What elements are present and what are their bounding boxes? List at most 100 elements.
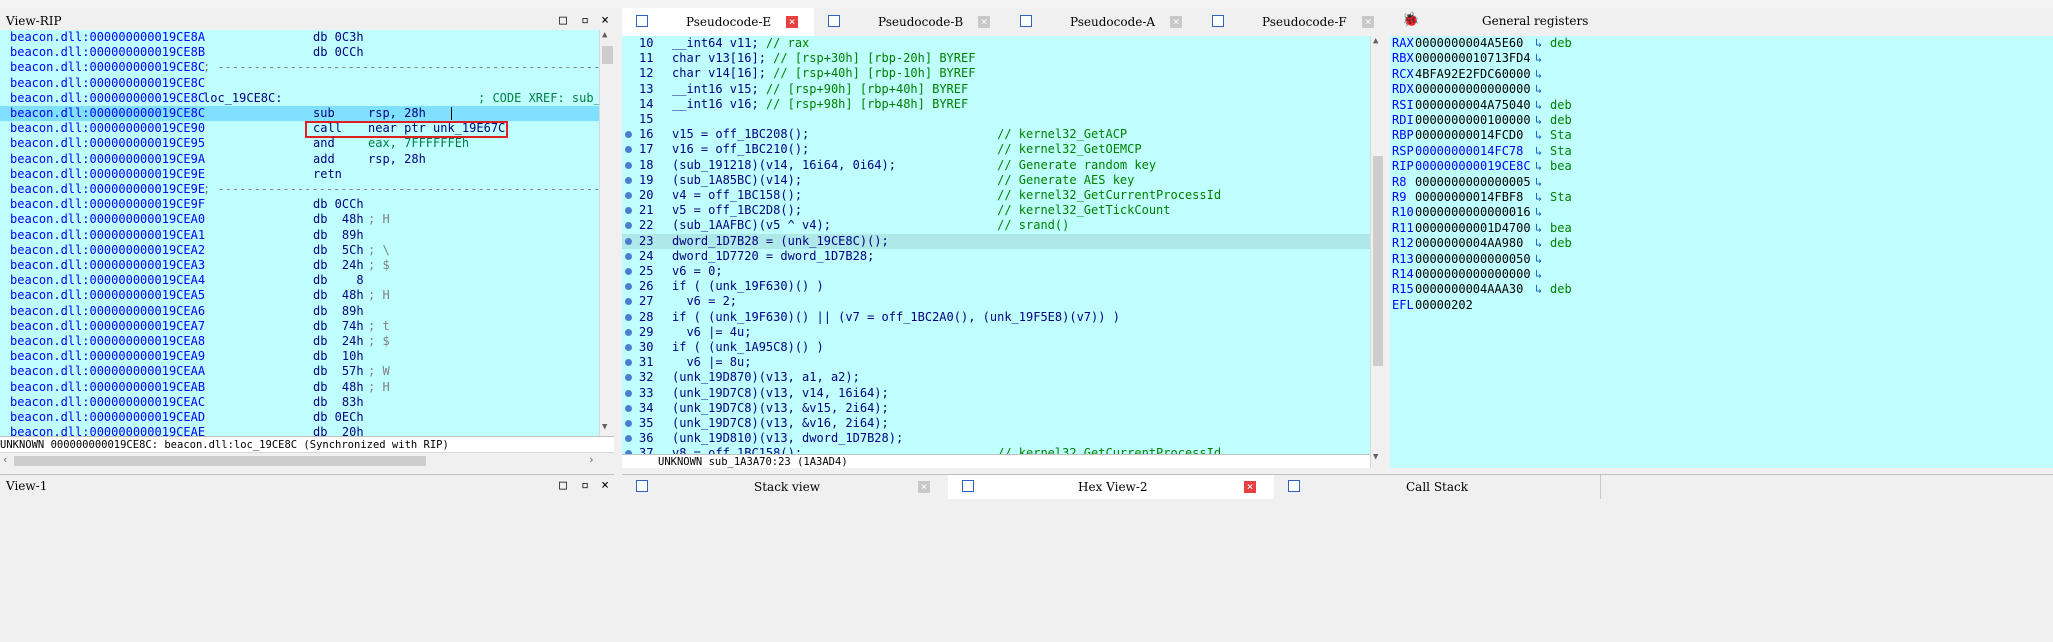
jump-arrow-icon[interactable]: ↳: [1535, 159, 1542, 174]
pseudocode-line[interactable]: 20 v4 = off_1BC158(); // kernel32_GetCurr…: [622, 188, 1370, 203]
pseudocode-line[interactable]: 11 char v13[16]; // [rsp+30h] [rbp-20h] B…: [622, 51, 1370, 66]
breakpoint-dot-icon[interactable]: [625, 404, 632, 412]
scroll-up-icon[interactable]: ▲: [602, 30, 607, 40]
disasm-line[interactable]: beacon.dll:000000000019CEA2 db 5Ch ; \: [0, 243, 599, 258]
close-button[interactable]: ×: [598, 479, 612, 493]
disasm-line[interactable]: beacon.dll:000000000019CE9E retn: [0, 167, 599, 182]
disasm-line[interactable]: beacon.dll:000000000019CEAE db 20h: [0, 425, 599, 436]
register-row[interactable]: R11 00000000001D4700 ↳ bea: [1390, 221, 2053, 236]
breakpoint-dot-icon[interactable]: [625, 359, 632, 367]
disasm-line[interactable]: beacon.dll:000000000019CEA6 db 89h: [0, 304, 599, 319]
pseudocode-line[interactable]: 22 (sub_1AAFBC)(v5 ^ v4); // srand(): [622, 218, 1370, 233]
restore-button[interactable]: ▫: [578, 14, 592, 28]
register-value[interactable]: 0000000000000016: [1415, 205, 1531, 220]
register-row[interactable]: RAX 0000000004A5E60 ↳ deb: [1390, 36, 2053, 51]
pseudocode-line[interactable]: 36 (unk_19D810)(v13, dword_1D7B28);: [622, 431, 1370, 446]
close-button[interactable]: ×: [598, 14, 612, 28]
breakpoint-dot-icon[interactable]: [625, 298, 632, 306]
register-value[interactable]: 4BFA92E2FDC60000: [1415, 67, 1531, 82]
breakpoint-dot-icon[interactable]: [625, 283, 632, 291]
register-value[interactable]: 0000000004A5E60: [1415, 36, 1523, 51]
jump-arrow-icon[interactable]: ↳: [1535, 221, 1542, 236]
pseudocode-line[interactable]: 10 __int64 v11; // rax: [622, 36, 1370, 51]
register-value[interactable]: 00000202: [1415, 298, 1473, 313]
register-value[interactable]: 0000000004AA980: [1415, 236, 1523, 251]
pseudocode-line[interactable]: 24 dword_1D7720 = dword_1D7B28;: [622, 249, 1370, 264]
jump-arrow-icon[interactable]: ↳: [1535, 252, 1542, 267]
minimize-button[interactable]: □: [556, 14, 570, 28]
breakpoint-dot-icon[interactable]: [625, 268, 632, 275]
jump-arrow-icon[interactable]: ↳: [1535, 67, 1542, 82]
pseudocode-line[interactable]: 15: [622, 112, 1370, 127]
pseudocode-line[interactable]: 12 char v14[16]; // [rsp+40h] [rbp-10h] B…: [622, 66, 1370, 81]
pseudocode-line[interactable]: 32 (unk_19D870)(v13, a1, a2);: [622, 370, 1370, 385]
close-icon[interactable]: ×: [1244, 481, 1256, 493]
breakpoint-dot-icon[interactable]: [625, 344, 632, 351]
disasm-line[interactable]: beacon.dll:000000000019CEA8 db 24h ; $: [0, 334, 599, 349]
jump-arrow-icon[interactable]: ↳: [1535, 267, 1542, 282]
register-row[interactable]: R15 0000000004AAA30 ↳ deb: [1390, 282, 2053, 297]
close-icon[interactable]: ×: [1170, 16, 1182, 28]
registers-view[interactable]: RAX 0000000004A5E60 ↳ deb RBX 0000000010713FD…: [1390, 36, 2053, 468]
left-hscroll-thumb[interactable]: [14, 456, 426, 466]
register-value[interactable]: 0000000000000050: [1415, 252, 1531, 267]
disasm-line[interactable]: beacon.dll:000000000019CE9E; -----------…: [0, 182, 599, 197]
pseudocode-line[interactable]: 35 (unk_19D7C8)(v13, &v16, 2i64);: [622, 416, 1370, 431]
register-value[interactable]: 0000000010713FD4: [1415, 51, 1531, 66]
register-row[interactable]: R9 00000000014FBF8 ↳ Sta: [1390, 190, 2053, 205]
disasm-line[interactable]: beacon.dll:000000000019CEA7 db 74h ; t: [0, 319, 599, 334]
disasm-line[interactable]: beacon.dll:000000000019CEA9 db 10h: [0, 349, 599, 364]
disasm-line[interactable]: beacon.dll:000000000019CE8A db 0C3h: [0, 30, 599, 45]
jump-arrow-icon[interactable]: ↳: [1535, 144, 1542, 159]
disasm-line[interactable]: beacon.dll:000000000019CE8C; -----------…: [0, 60, 599, 75]
breakpoint-dot-icon[interactable]: [625, 222, 632, 230]
close-icon[interactable]: ×: [978, 16, 990, 28]
register-row[interactable]: RCX 4BFA92E2FDC60000 ↳: [1390, 67, 2053, 82]
disasm-line[interactable]: beacon.dll:000000000019CEA0 db 48h ; H: [0, 212, 599, 227]
tab-pseudocode-b[interactable]: Pseudocode-B ×: [814, 8, 1007, 36]
register-value[interactable]: 0000000000000000: [1415, 82, 1531, 97]
disasm-line[interactable]: beacon.dll:000000000019CEA4 db 8: [0, 273, 599, 288]
disasm-line[interactable]: beacon.dll:000000000019CEA5 db 48h ; H: [0, 288, 599, 303]
scroll-right-icon[interactable]: ›: [588, 453, 595, 466]
register-value[interactable]: 0000000000100000: [1415, 113, 1531, 128]
bottom-tab-call-stack[interactable]: Call Stack: [1274, 475, 1601, 499]
register-value[interactable]: 00000000014FC78: [1415, 144, 1523, 159]
disasm-line[interactable]: beacon.dll:000000000019CEAA db 57h ; W: [0, 364, 599, 379]
pseudocode-line[interactable]: 17 v16 = off_1BC210(); // kernel32_GetOEM…: [622, 142, 1370, 157]
breakpoint-dot-icon[interactable]: [625, 252, 632, 260]
jump-arrow-icon[interactable]: ↳: [1535, 113, 1542, 128]
register-row[interactable]: RSI 0000000004A75040 ↳ deb: [1390, 98, 2053, 113]
pseudocode-line[interactable]: 34 (unk_19D7C8)(v13, &v15, 2i64);: [622, 401, 1370, 416]
breakpoint-dot-icon[interactable]: [625, 313, 632, 321]
register-row[interactable]: RDX 0000000000000000 ↳: [1390, 82, 2053, 97]
register-value[interactable]: 0000000004AAA30: [1415, 282, 1523, 297]
bottom-tab-stack-view[interactable]: Stack view ×: [622, 475, 949, 499]
disasm-line[interactable]: beacon.dll:000000000019CE9A add rsp, 28h: [0, 152, 599, 167]
jump-arrow-icon[interactable]: ↳: [1535, 236, 1542, 251]
breakpoint-dot-icon[interactable]: [625, 207, 632, 215]
jump-arrow-icon[interactable]: ↳: [1535, 51, 1542, 66]
register-row[interactable]: RBP 00000000014FCD0 ↳ Sta: [1390, 128, 2053, 143]
disasm-line[interactable]: beacon.dll:000000000019CEA3 db 24h ; $: [0, 258, 599, 273]
pseudocode-line[interactable]: 14 __int16 v16; // [rsp+98h] [rbp+48h] BY…: [622, 97, 1370, 112]
breakpoint-dot-icon[interactable]: [625, 374, 632, 382]
register-value[interactable]: 00000000014FCD0: [1415, 128, 1523, 143]
center-vscroll-thumb[interactable]: [1373, 156, 1383, 366]
breakpoint-dot-icon[interactable]: [625, 237, 632, 245]
register-value[interactable]: 00000000014FBF8: [1415, 190, 1523, 205]
register-row[interactable]: R8 0000000000000005 ↳: [1390, 175, 2053, 190]
pane-divider[interactable]: [614, 8, 622, 468]
disasm-line[interactable]: beacon.dll:000000000019CE8C loc_19CE8C: ; …: [0, 91, 599, 106]
jump-arrow-icon[interactable]: ↳: [1535, 98, 1542, 113]
scroll-down-icon[interactable]: ▼: [602, 422, 607, 432]
disassembly-view[interactable]: beacon.dll:000000000019CE8A db 0C3h beacon…: [0, 30, 599, 436]
register-row[interactable]: R12 0000000004AA980 ↳ deb: [1390, 236, 2053, 251]
register-row[interactable]: RDI 0000000000100000 ↳ deb: [1390, 113, 2053, 128]
register-row[interactable]: R10 0000000000000016 ↳: [1390, 205, 2053, 220]
jump-arrow-icon[interactable]: ↳: [1535, 175, 1542, 190]
breakpoint-dot-icon[interactable]: [625, 192, 632, 199]
pseudocode-line[interactable]: 23 dword_1D7B28 = (unk_19CE8C)();: [622, 233, 1370, 249]
tab-pseudocode-f[interactable]: Pseudocode-F ×: [1198, 8, 1391, 36]
register-row[interactable]: RSP 00000000014FC78 ↳ Sta: [1390, 144, 2053, 159]
